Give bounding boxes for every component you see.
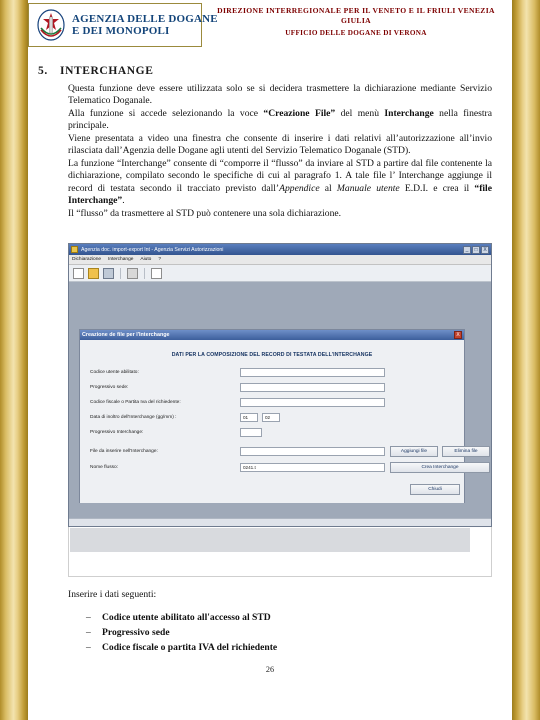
slide-page: AGENZIA DELLE DOGANE E DEI MONOPOLI DIRE… — [0, 0, 540, 720]
header-title-line1: DIREZIONE INTERREGIONALE PER IL VENETO E… — [217, 6, 495, 26]
data-inoltro-day-input[interactable]: 01 — [240, 413, 258, 422]
dialog-close-icon[interactable]: X — [454, 331, 462, 339]
app-window-titlebar: Agenzia doc. import-export lnt - Agenzia… — [69, 244, 491, 255]
window-controls: _ □ X — [463, 245, 489, 254]
list-item-label: Codice utente abilitato all'accesso al S… — [102, 612, 271, 623]
aggiungi-file-button[interactable]: Aggiungi file — [390, 446, 438, 457]
agency-logo-line2: E DEI MONOPOLI — [72, 25, 170, 37]
section-title: INTERCHANGE — [60, 65, 154, 77]
list-item: – Progressivo sede — [86, 626, 492, 641]
label-codice-fiscale: Codice fiscale o Partita Iva del richied… — [90, 400, 181, 405]
interchange-dialog: Creazione de file per l'Interchange X DA… — [79, 329, 490, 503]
label-file-inserire: File da inserire nell'Interchange: — [90, 449, 158, 454]
app-menubar: Dichiarazione Interchange Aiuto ? — [69, 255, 491, 265]
list-item-label: Codice fiscale o partita IVA del richied… — [102, 641, 278, 653]
header-title-line2: UFFICIO DELLE DOGANE DI VERONA — [285, 28, 427, 37]
close-button[interactable]: X — [481, 245, 489, 254]
slide-content: 5. INTERCHANGE Questa funzione deve esser… — [28, 47, 512, 712]
dialog-titlebar: Creazione de file per l'Interchange X — [80, 330, 464, 340]
dialog-title: Creazione de file per l'Interchange — [82, 332, 170, 338]
instructions-list: – Codice utente abilitato all'accesso al… — [86, 611, 492, 656]
left-gold-border — [0, 0, 28, 720]
minimize-button[interactable]: _ — [463, 245, 471, 254]
app-toolbar — [69, 265, 491, 282]
agency-logo-line1: AGENZIA DELLE DOGANE — [72, 12, 218, 25]
maximize-button[interactable]: □ — [472, 245, 480, 254]
codice-utente-input[interactable] — [240, 368, 385, 377]
list-item: – Codice fiscale o partita IVA del richi… — [86, 641, 492, 656]
bullet-dash: – — [86, 626, 91, 638]
elimina-file-button[interactable]: Elimina file — [442, 446, 490, 457]
app-window: Agenzia doc. import-export lnt - Agenzia… — [68, 243, 492, 527]
save-disk-icon[interactable] — [103, 267, 114, 279]
crea-interchange-button[interactable]: Crea Interchange — [390, 462, 490, 473]
list-item-label: Progressivo sede — [102, 626, 170, 638]
dialog-body: DATI PER LA COMPOSIZIONE DEL RECORD DI T… — [80, 340, 490, 503]
app-icon — [71, 246, 78, 253]
menu-item-help[interactable]: ? — [158, 257, 161, 262]
label-progressivo-sede: Progressivo sede: — [90, 385, 129, 390]
nome-flusso-input[interactable]: 0241.t — [240, 463, 385, 472]
screenshot-gray-panel — [70, 528, 470, 552]
bottom-white-strip — [28, 712, 512, 720]
label-data-inoltro: Data di inoltro dell'Interchange (gg/mm)… — [90, 415, 177, 420]
application-screenshot: Agenzia doc. import-export lnt - Agenzia… — [68, 243, 492, 577]
data-inoltro-month-input[interactable]: 02 — [262, 413, 280, 422]
italian-republic-emblem-icon — [34, 7, 68, 43]
bullet-dash: – — [86, 612, 91, 623]
agency-logo-text: AGENZIA DELLE DOGANE E DEI MONOPOLI — [72, 13, 218, 38]
right-gold-border — [512, 0, 540, 720]
header-title: DIREZIONE INTERREGIONALE PER IL VENETO E… — [206, 6, 506, 38]
list-item: – Codice utente abilitato all'accesso al… — [86, 611, 492, 626]
menu-item-aiuto[interactable]: Aiuto — [140, 257, 151, 262]
file-interchange-input[interactable] — [240, 447, 385, 456]
label-codice-utente: Codice utente abilitato: — [90, 370, 139, 375]
page-number: 26 — [265, 665, 275, 674]
dialog-heading: DATI PER LA COMPOSIZIONE DEL RECORD DI T… — [171, 352, 373, 358]
print-icon[interactable] — [127, 267, 138, 279]
open-folder-icon[interactable] — [88, 267, 99, 279]
progressivo-sede-input[interactable] — [240, 383, 385, 392]
mdi-workspace: Creazione de file per l'Interchange X DA… — [69, 282, 491, 526]
toolbar-separator-2 — [144, 267, 145, 279]
chiudi-button[interactable]: Chiudi — [410, 484, 460, 495]
codice-fiscale-input[interactable] — [240, 398, 385, 407]
progressivo-interchange-input[interactable] — [240, 428, 262, 437]
new-document-icon[interactable] — [73, 267, 84, 279]
bullet-dash: – — [86, 641, 91, 653]
section-heading: 5. INTERCHANGE — [38, 65, 154, 77]
help-icon[interactable] — [151, 267, 162, 279]
app-statusbar — [69, 518, 491, 526]
label-nome-flusso: Nome flusso: — [90, 465, 118, 470]
instructions-intro: Inserire i dati seguenti: — [68, 589, 157, 600]
section-number: 5. — [38, 65, 48, 77]
section-paragraph: Questa funzione deve essere utilizzata s… — [68, 83, 492, 219]
screenshot-lower-area — [68, 527, 492, 577]
app-window-title: Agenzia doc. import-export lnt - Agenzia… — [81, 246, 224, 253]
menu-item-interchange[interactable]: Interchange — [108, 257, 133, 262]
label-progressivo-interchange: Progressivo Interchange: — [90, 430, 144, 435]
toolbar-separator — [120, 267, 121, 279]
menu-item-dichiarazione[interactable]: Dichiarazione — [72, 257, 101, 262]
agency-logo: AGENZIA DELLE DOGANE E DEI MONOPOLI — [28, 3, 218, 47]
